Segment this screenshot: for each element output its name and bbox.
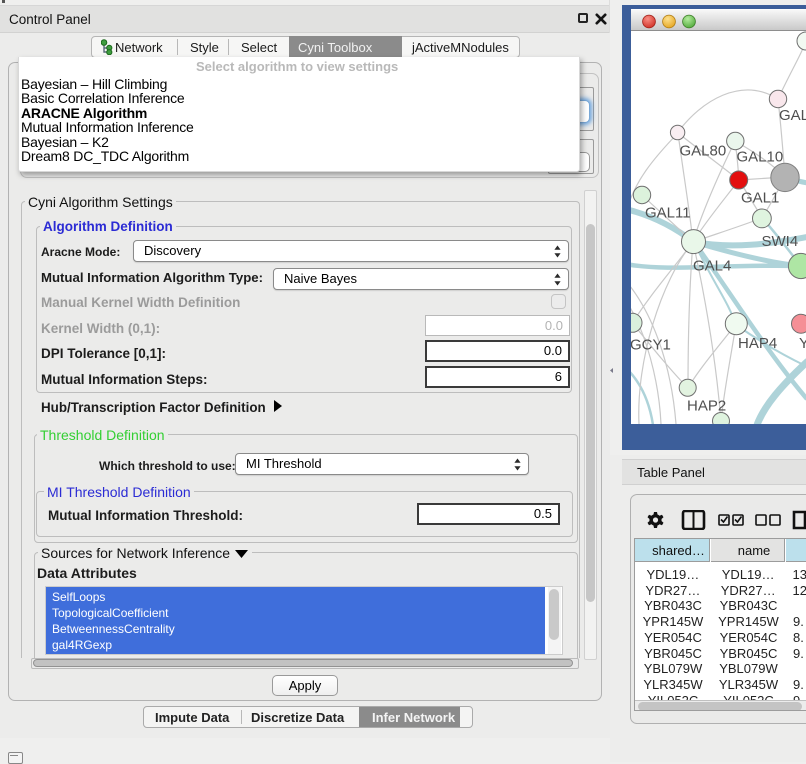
svg-text:GAL1: GAL1	[741, 190, 779, 207]
svg-text:GAL11: GAL11	[645, 205, 691, 222]
svg-text:GAL: GAL	[779, 107, 806, 124]
svg-text:HAP2: HAP2	[687, 398, 726, 415]
svg-text:GAL4: GAL4	[693, 258, 731, 275]
svg-text:GAL10: GAL10	[737, 149, 784, 166]
svg-text:Y: Y	[799, 335, 806, 352]
svg-text:GAL80: GAL80	[680, 143, 727, 160]
svg-text:GCY1: GCY1	[631, 337, 671, 354]
svg-text:HAP4: HAP4	[738, 335, 777, 352]
svg-text:SWI4: SWI4	[762, 233, 799, 250]
